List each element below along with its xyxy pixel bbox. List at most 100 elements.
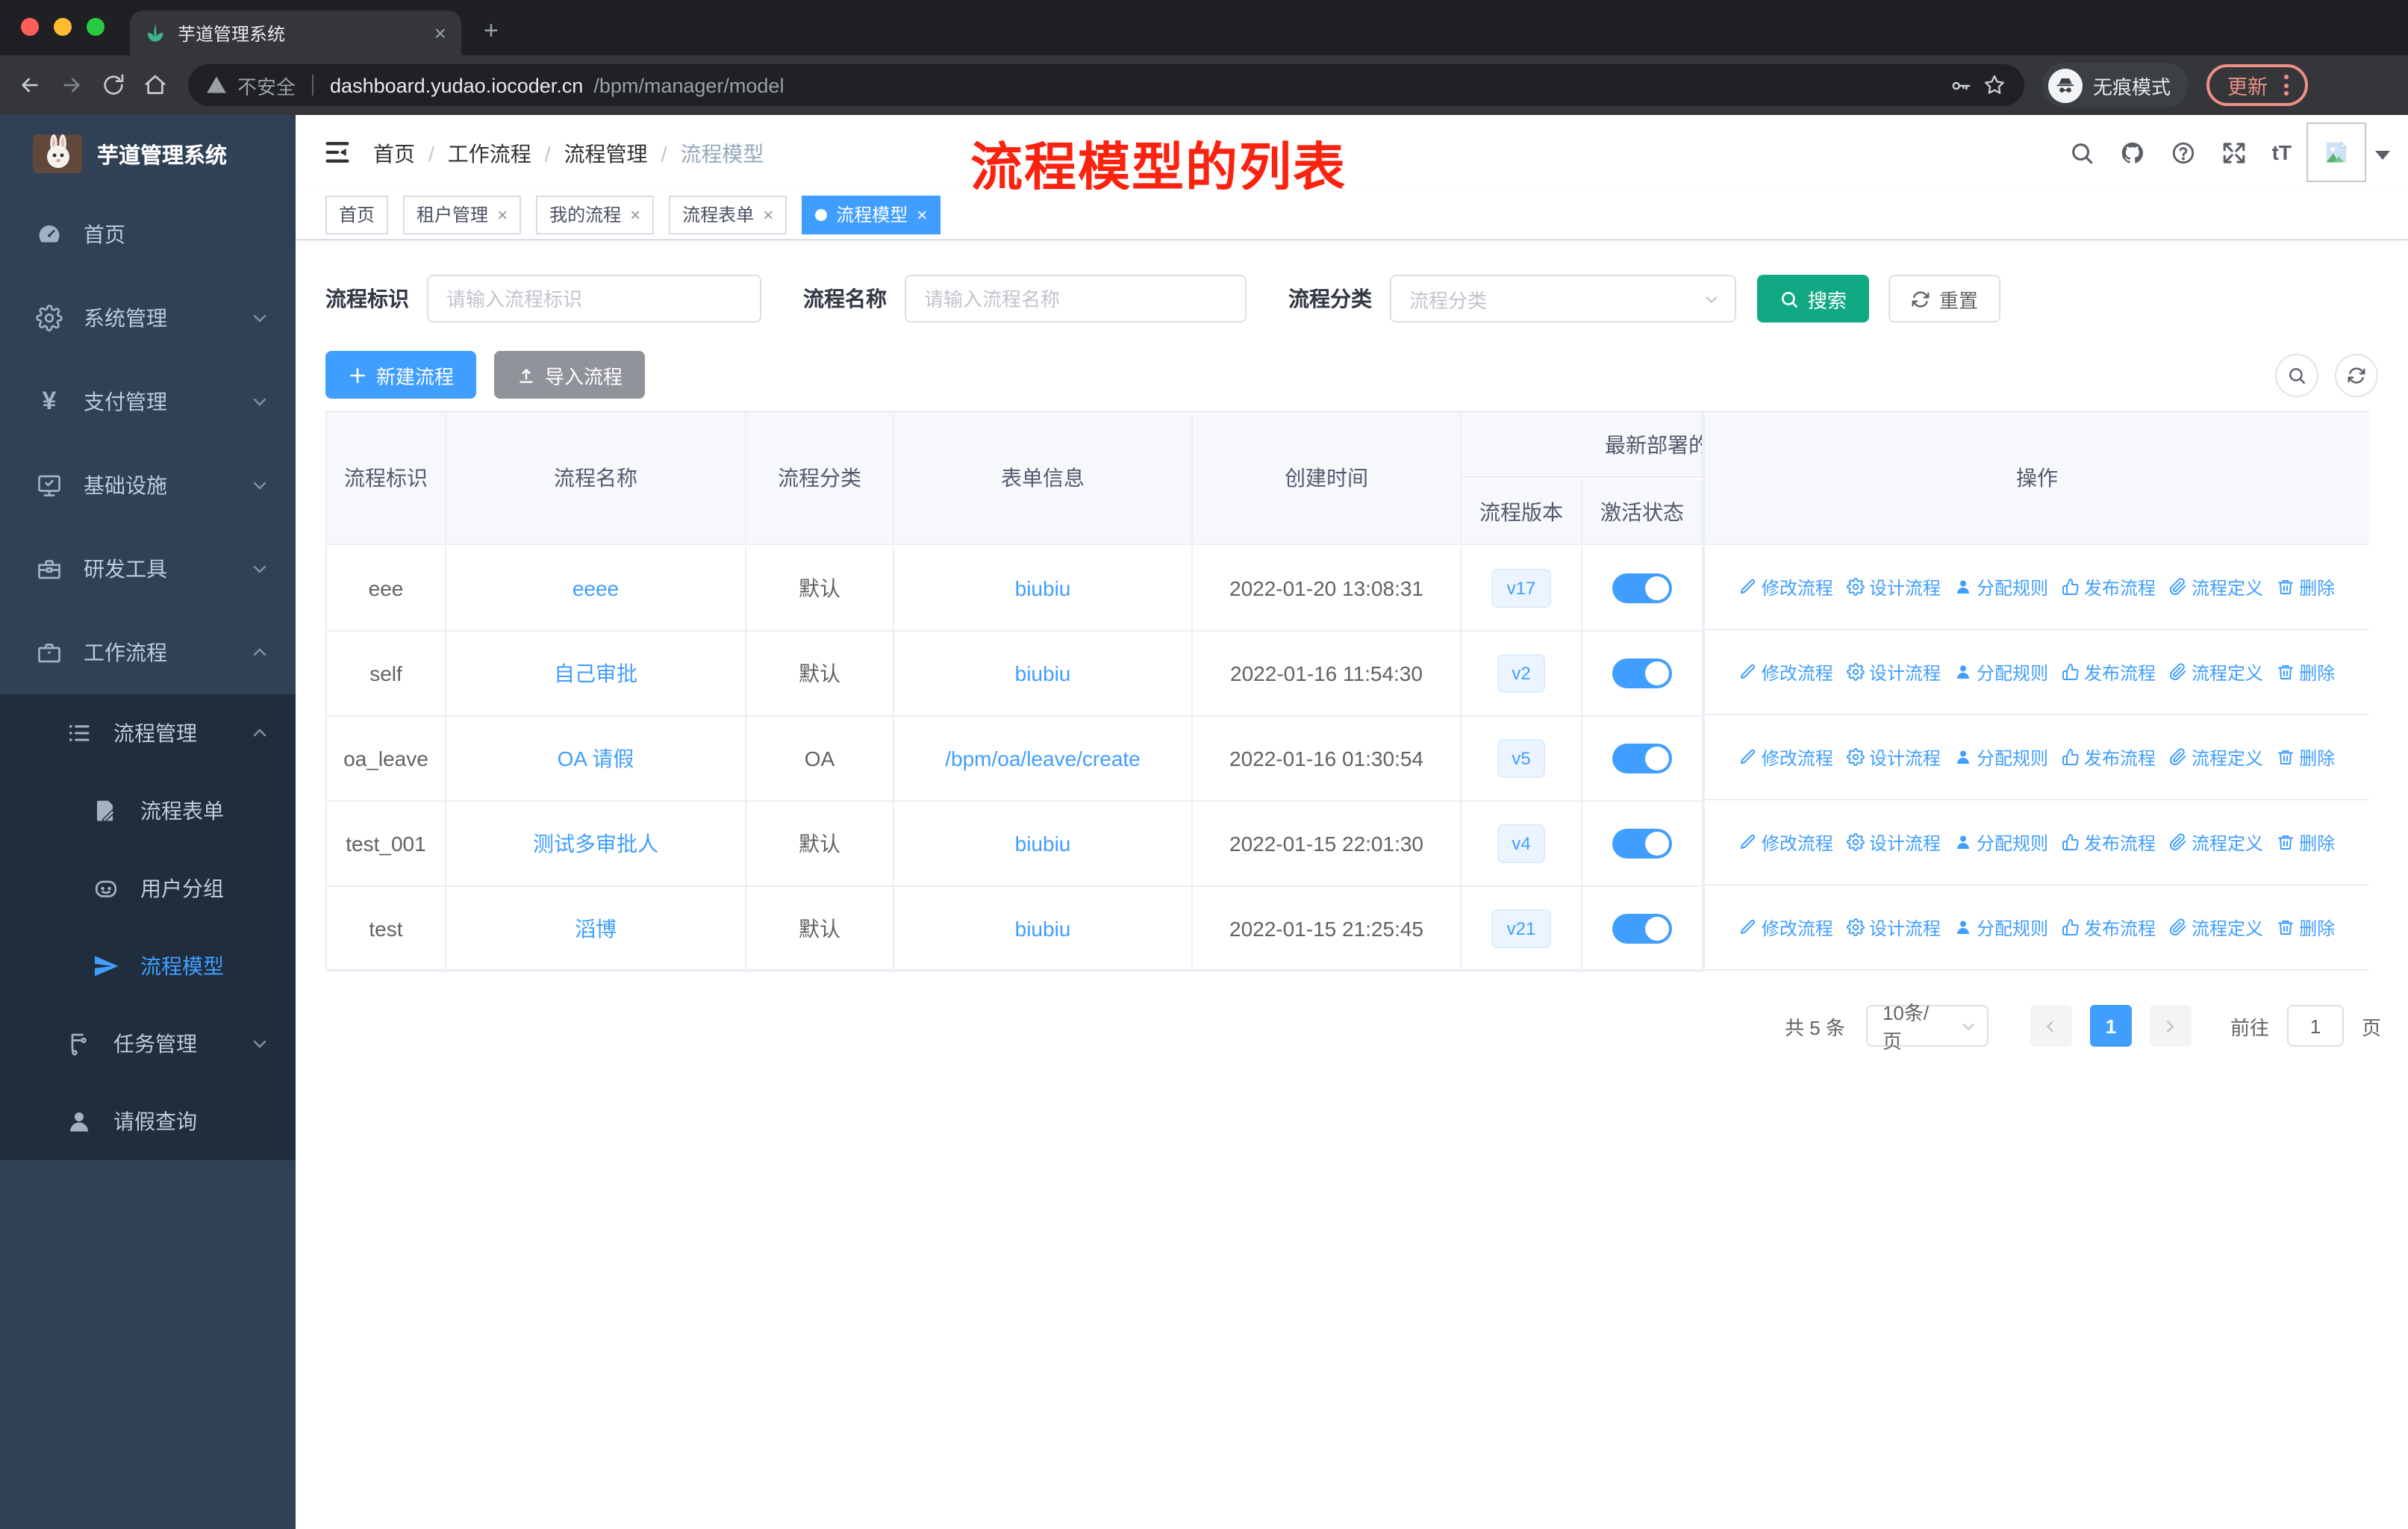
new-tab-button[interactable] [484,16,499,46]
github-icon[interactable] [2120,140,2145,165]
process-name-input[interactable] [905,275,1247,323]
sidebar-item-task-management[interactable]: 任务管理 [0,1005,296,1083]
process-id-input[interactable] [427,275,761,323]
tag-my-process[interactable]: 我的流程 [536,195,655,234]
tag-close-icon[interactable] [917,205,927,223]
active-toggle[interactable] [1612,914,1672,944]
action-delete[interactable]: 删除 [2277,744,2335,770]
reset-button[interactable]: 重置 [1888,275,2001,323]
close-window-button[interactable] [21,18,39,36]
tag-close-icon[interactable] [497,205,508,223]
page-size-select[interactable]: 10条/页 [1865,1002,1989,1053]
font-size-icon[interactable] [2272,140,2292,164]
tag-tenant[interactable]: 租户管理 [403,195,522,234]
refresh-table-button[interactable] [2335,353,2378,396]
action-definition[interactable]: 流程定义 [2169,829,2263,855]
tag-process-model[interactable]: 流程模型 [802,195,941,234]
minimize-window-button[interactable] [54,18,72,36]
sidebar-item-infrastructure[interactable]: 基础设施 [0,443,296,527]
action-design[interactable]: 设计流程 [1846,744,1941,770]
sidebar-item-leave-query[interactable]: 请假查询 [0,1083,296,1160]
active-toggle[interactable] [1612,829,1672,859]
sidebar-item-process-management[interactable]: 流程管理 [0,694,296,772]
sidebar-item-home[interactable]: 首页 [0,193,296,276]
prev-page-button[interactable] [2030,1005,2072,1047]
page-number-button[interactable]: 1 [2089,1005,2132,1047]
avatar[interactable] [2306,122,2366,182]
back-icon[interactable] [18,73,42,97]
active-toggle[interactable] [1612,658,1672,688]
action-edit[interactable]: 修改流程 [1739,574,1833,600]
breadcrumb-process-management[interactable]: 流程管理 [564,139,648,169]
sidebar-item-workflow[interactable]: 工作流程 [0,611,296,694]
action-design[interactable]: 设计流程 [1846,659,1941,685]
reload-icon[interactable] [102,73,125,97]
action-edit[interactable]: 修改流程 [1739,829,1833,855]
sidebar-logo[interactable]: 芋道管理系统 [0,115,296,193]
search-icon[interactable] [2069,140,2094,165]
help-icon[interactable] [2171,140,2196,165]
action-delete[interactable]: 删除 [2277,829,2335,855]
bookmark-star-icon[interactable] [1983,73,2006,97]
avatar-dropdown-caret[interactable] [2375,151,2390,160]
sidebar-item-process-form[interactable]: 流程表单 [0,772,296,850]
search-button[interactable]: 搜索 [1757,275,1870,323]
show-search-button[interactable] [2275,353,2318,396]
action-delete[interactable]: 删除 [2277,915,2335,940]
tag-close-icon[interactable] [630,205,640,223]
sidebar-item-system[interactable]: 系统管理 [0,276,296,360]
action-publish[interactable]: 发布流程 [2062,744,2156,770]
cell-form-link[interactable]: biubiu [1015,661,1071,685]
action-design[interactable]: 设计流程 [1846,829,1941,855]
cell-form-link[interactable]: biubiu [1015,832,1071,856]
url-bar[interactable]: 不安全 dashboard.yudao.iocoder.cn/bpm/manag… [188,64,2024,106]
goto-page-input[interactable] [2286,1005,2344,1047]
action-publish[interactable]: 发布流程 [2062,915,2156,940]
create-process-button[interactable]: 新建流程 [325,351,477,399]
maximize-window-button[interactable] [87,18,105,36]
breadcrumb-workflow[interactable]: 工作流程 [448,139,531,169]
sidebar-item-user-group[interactable]: 用户分组 [0,850,296,927]
action-assign[interactable]: 分配规则 [1954,574,2048,600]
action-assign[interactable]: 分配规则 [1954,829,2048,855]
cell-model-name-link[interactable]: 滔博 [575,914,617,944]
action-definition[interactable]: 流程定义 [2169,744,2263,770]
sidebar-item-dev-tools[interactable]: 研发工具 [0,527,296,611]
action-definition[interactable]: 流程定义 [2169,915,2263,940]
action-publish[interactable]: 发布流程 [2062,659,2156,685]
import-process-button[interactable]: 导入流程 [494,351,646,399]
tag-process-form[interactable]: 流程表单 [669,195,787,234]
action-delete[interactable]: 删除 [2277,574,2335,600]
password-key-icon[interactable] [1950,74,1972,96]
home-icon[interactable] [143,73,167,97]
action-publish[interactable]: 发布流程 [2062,574,2156,600]
breadcrumb-home[interactable]: 首页 [373,139,415,169]
action-definition[interactable]: 流程定义 [2169,659,2263,685]
browser-update-button[interactable]: 更新 [2206,64,2309,106]
cell-model-name-link[interactable]: eeee [573,576,619,600]
sidebar-item-payment[interactable]: 支付管理 [0,360,296,443]
warning-icon[interactable] [206,75,227,96]
version-tag[interactable]: v17 [1491,569,1551,608]
collapse-sidebar-icon[interactable] [322,137,352,167]
action-edit[interactable]: 修改流程 [1739,659,1833,685]
version-tag[interactable]: v2 [1497,654,1546,693]
active-toggle[interactable] [1612,744,1672,773]
action-edit[interactable]: 修改流程 [1739,744,1833,770]
window-controls[interactable] [21,18,105,36]
action-assign[interactable]: 分配规则 [1954,744,2048,770]
version-tag[interactable]: v4 [1497,824,1546,863]
cell-model-name-link[interactable]: 测试多审批人 [533,829,658,859]
version-tag[interactable]: v21 [1491,909,1551,948]
action-publish[interactable]: 发布流程 [2062,829,2156,855]
action-assign[interactable]: 分配规则 [1954,915,2048,940]
action-assign[interactable]: 分配规则 [1954,659,2048,685]
tag-home[interactable]: 首页 [325,195,389,234]
active-toggle[interactable] [1612,573,1672,603]
tag-close-icon[interactable] [763,205,773,223]
cell-form-link[interactable]: biubiu [1015,917,1071,941]
cell-form-link[interactable]: biubiu [1015,576,1071,600]
browser-tab[interactable]: 芋道管理系统 [130,10,461,55]
sidebar-item-process-model[interactable]: 流程模型 [0,927,296,1005]
fullscreen-icon[interactable] [2221,140,2247,165]
